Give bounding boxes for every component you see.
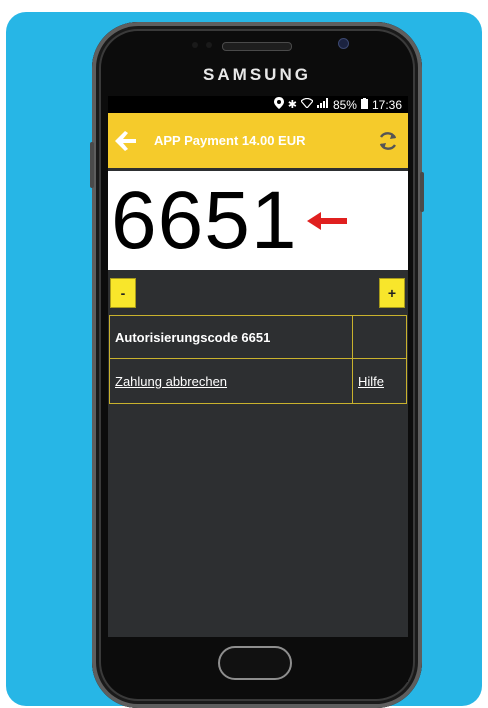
help-link[interactable]: Hilfe <box>358 374 384 389</box>
authorization-code-display: 6651 <box>108 171 408 270</box>
stepper-row: - + <box>108 279 408 315</box>
location-icon <box>273 97 284 112</box>
decrement-button[interactable]: - <box>111 279 135 307</box>
light-sensor <box>206 42 212 48</box>
app-bar: APP Payment 14.00 EUR <box>108 113 408 168</box>
front-camera <box>338 38 349 49</box>
cancel-payment-link[interactable]: Zahlung abbrechen <box>115 374 227 389</box>
power-button <box>420 172 424 212</box>
red-arrow-left-icon <box>307 211 348 230</box>
authorization-code-label: Autorisierungscode 6651 <box>109 315 353 359</box>
help-cell: Hilfe <box>352 358 407 404</box>
authorization-code: 6651 <box>111 174 298 266</box>
table-row: Zahlung abbrechen Hilfe <box>109 358 407 404</box>
brand-logo: SAMSUNG <box>203 65 311 84</box>
refresh-icon[interactable] <box>376 129 400 153</box>
wifi-icon <box>300 97 314 111</box>
earpiece-speaker <box>222 42 292 51</box>
info-table: Autorisierungscode 6651 Zahlung abbreche… <box>109 315 407 404</box>
table-row: Autorisierungscode 6651 <box>109 315 407 359</box>
increment-button[interactable]: + <box>380 279 404 307</box>
clock: 17:36 <box>371 97 402 112</box>
bluetooth-icon: ✱ <box>287 99 297 111</box>
battery-percent: 85% <box>332 97 357 112</box>
cancel-payment-cell: Zahlung abbrechen <box>109 358 353 404</box>
phone-screen: ✱ 85% 17:36 APP Payment 14.00 EUR 6651 -… <box>108 96 408 637</box>
proximity-sensor <box>192 42 198 48</box>
arrow-left-icon[interactable] <box>114 129 138 153</box>
battery-icon <box>360 97 368 112</box>
status-bar: ✱ 85% 17:36 <box>108 96 408 113</box>
signal-icon <box>316 98 329 111</box>
app-title: APP Payment 14.00 EUR <box>154 133 306 148</box>
empty-cell <box>352 315 407 359</box>
volume-button <box>90 142 94 188</box>
home-button[interactable] <box>218 646 292 680</box>
